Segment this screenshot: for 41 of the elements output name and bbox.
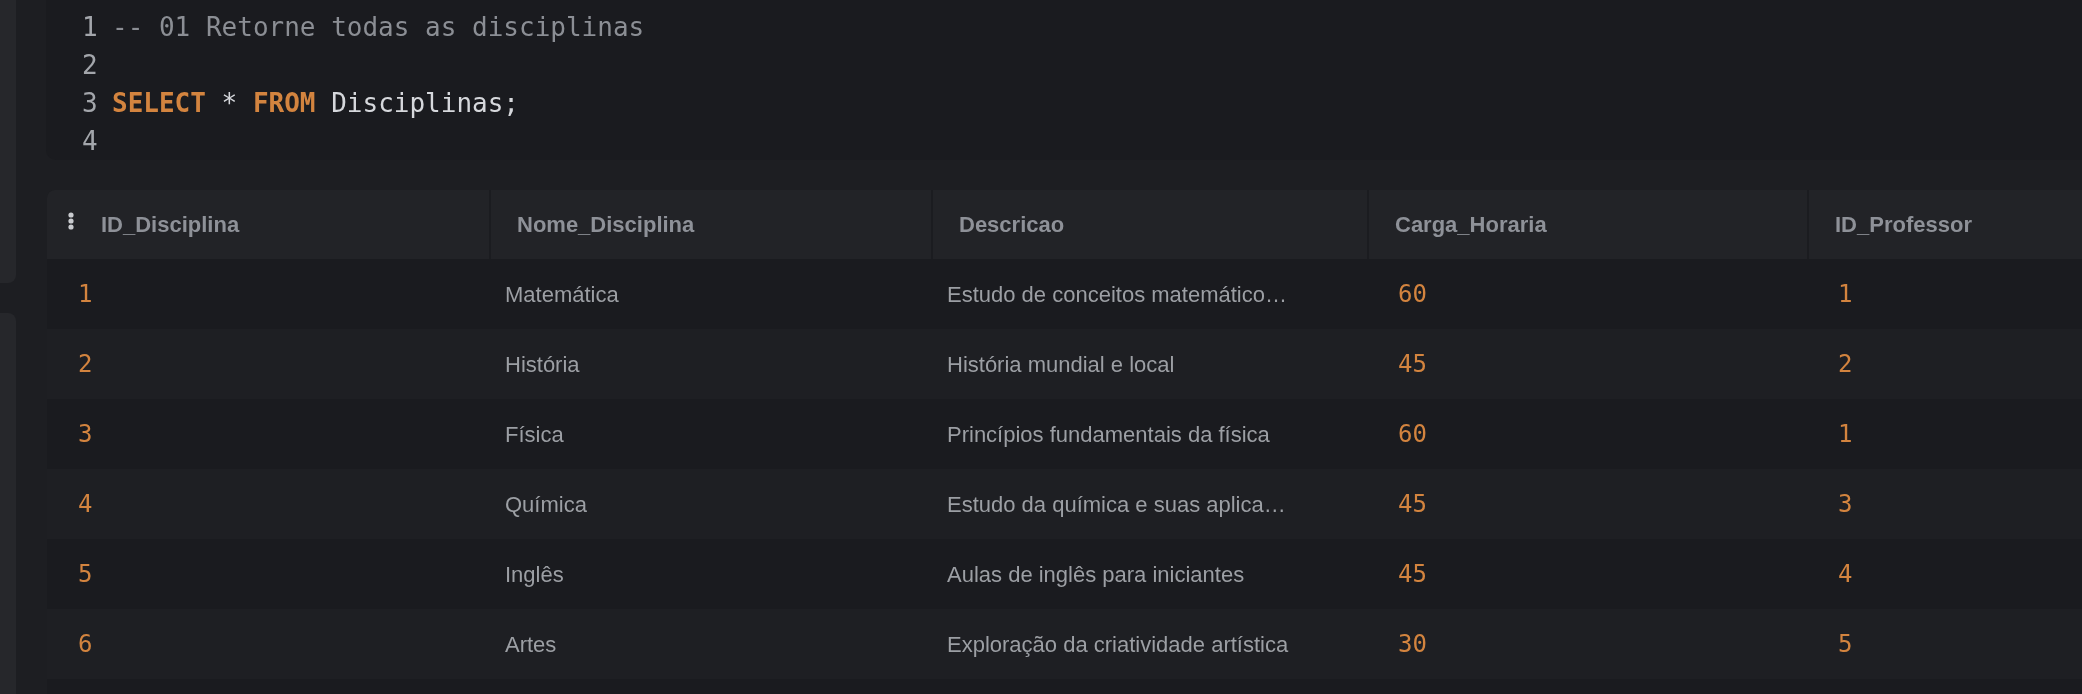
- table-cell-text: 5: [1838, 629, 1853, 660]
- table-cell-text: Aulas de inglês para iniciantes: [947, 560, 1245, 589]
- table-cell-text: 6: [78, 629, 93, 660]
- table-row[interactable]: 4 Química Estudo da química e suas aplica… 45 3: [47, 469, 2082, 539]
- table-row[interactable]: 2 História História mundial e local 45 2: [47, 329, 2082, 399]
- code-line: SELECT * FROM Disciplinas;: [112, 87, 519, 120]
- table-cell-text: Inglês: [505, 560, 564, 589]
- table-cell-text: Artes: [505, 630, 557, 659]
- table-cell-text: Estudo de conceitos matemático…: [947, 280, 1287, 309]
- table-cell-text: 3: [78, 419, 93, 450]
- table-cell-text: 45: [1398, 349, 1427, 380]
- table-cell-text: 5: [78, 559, 93, 590]
- table-cell-text: 30: [1398, 629, 1427, 660]
- table-cell-text: Física: [505, 420, 564, 449]
- table-cell-text: 3: [1838, 489, 1853, 520]
- table-cell-text: Química: [505, 490, 587, 519]
- table-cell-text: História mundial e local: [947, 350, 1175, 379]
- code-line: -- 01 Retorne todas as disciplinas: [112, 11, 645, 44]
- table-cell-text: 45: [1398, 489, 1427, 520]
- table-cell-text: Exploração da criatividade artística: [947, 630, 1289, 659]
- line-number: 1: [82, 12, 98, 42]
- table-cell-text: 45: [1398, 559, 1427, 590]
- table-cell-text: 60: [1398, 279, 1427, 310]
- line-number: 3: [82, 88, 98, 118]
- table-cell-text: 4: [1838, 559, 1853, 590]
- column-header[interactable]: ID_Disciplina: [47, 190, 489, 259]
- table-cell-text: 2: [1838, 349, 1853, 380]
- table-cell-text: 60: [1398, 419, 1427, 450]
- table-row[interactable]: 6 Artes Exploração da criatividade artística 30 5: [47, 609, 2082, 679]
- table-cell-text: 1: [1838, 419, 1853, 450]
- table-cell-text: 4: [78, 489, 93, 520]
- line-number: 2: [82, 50, 98, 80]
- table-cell-text: História: [505, 350, 580, 379]
- table-cell-text: Estudo da química e suas aplica…: [947, 490, 1286, 519]
- line-number: 4: [82, 126, 98, 156]
- kebab-menu-icon[interactable]: [68, 211, 74, 230]
- table-cell-text: Princípios fundamentais da física: [947, 420, 1270, 449]
- table-cell-text: 1: [78, 279, 93, 310]
- table-cell-text: 1: [1838, 279, 1853, 310]
- table-cell-text: 2: [78, 349, 93, 380]
- table-cell-text: Matemática: [505, 280, 619, 309]
